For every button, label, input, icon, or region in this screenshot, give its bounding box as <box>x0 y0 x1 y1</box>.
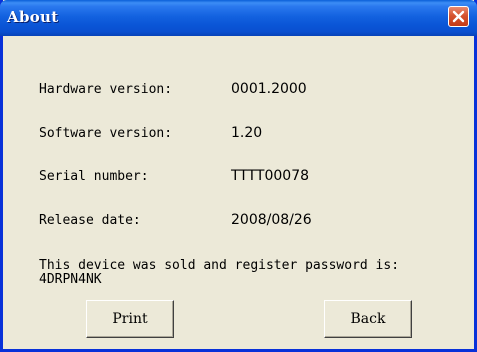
hardware-version-label: Hardware version: <box>39 82 173 97</box>
back-button[interactable]: Back <box>324 300 412 338</box>
software-version-label: Software version: <box>39 126 173 141</box>
close-button[interactable] <box>448 6 469 27</box>
release-date-value: 2008/08/26 <box>231 212 312 228</box>
close-x-icon <box>452 10 465 23</box>
print-button[interactable]: Print <box>86 300 174 338</box>
serial-number-label: Serial number: <box>39 169 149 184</box>
serial-number-value: TTTT00078 <box>231 168 310 184</box>
release-date-label: Release date: <box>39 213 141 228</box>
window-title: About <box>7 8 59 26</box>
about-dialog: About Hardware version: 0001.2000 Softwa… <box>0 0 477 352</box>
hardware-version-value: 0001.2000 <box>231 81 307 97</box>
register-message: This device was sold and register passwo… <box>39 258 400 273</box>
software-version-value: 1.20 <box>231 125 263 141</box>
register-password: 4DRPN4NK <box>39 272 102 287</box>
title-bar[interactable]: About <box>0 0 477 36</box>
